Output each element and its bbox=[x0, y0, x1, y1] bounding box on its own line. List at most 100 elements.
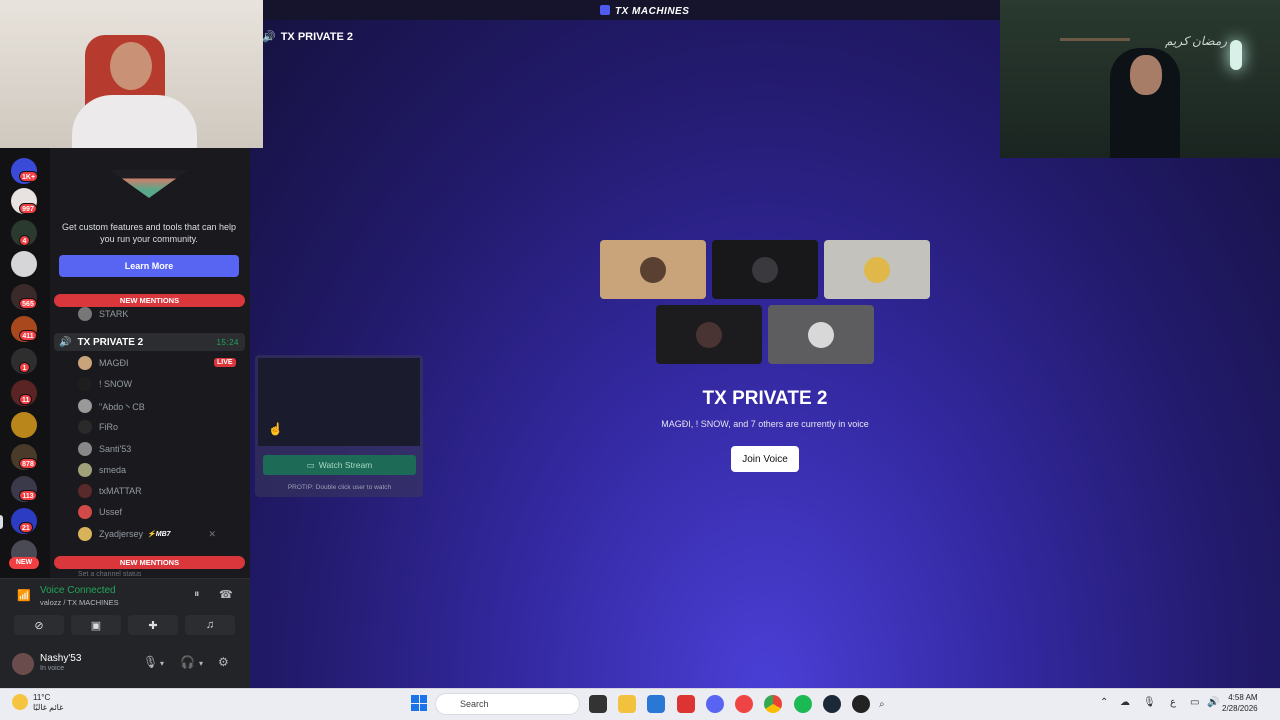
watch-stream-button[interactable]: ▭ Watch Stream bbox=[263, 455, 416, 475]
chevron-down-icon[interactable]: ▾ bbox=[160, 659, 164, 668]
voice-user[interactable]: ! SNOW bbox=[78, 375, 132, 393]
headphones-icon[interactable]: 🎧 bbox=[180, 655, 195, 669]
voice-user[interactable]: smeda bbox=[78, 461, 126, 479]
network-icon[interactable]: ☁ bbox=[1120, 697, 1130, 708]
voice-user[interactable]: Zyadjersey ⚡MB7 ✕ bbox=[78, 525, 216, 543]
unread-badge: 878 bbox=[19, 458, 37, 469]
participant-tile[interactable] bbox=[824, 240, 930, 299]
app-icon[interactable] bbox=[677, 695, 695, 713]
app-icon[interactable] bbox=[852, 695, 870, 713]
avatar bbox=[78, 527, 92, 541]
avatar bbox=[78, 307, 92, 321]
avatar bbox=[864, 256, 890, 283]
voice-stage-subtitle: MAGÐI, ! SNOW, and 7 others are currentl… bbox=[661, 419, 869, 429]
user-avatar[interactable] bbox=[12, 653, 34, 675]
voice-user[interactable]: STARK bbox=[78, 305, 128, 323]
user-tag: ⚡MB7 bbox=[147, 531, 171, 538]
avatar bbox=[78, 442, 92, 456]
language-indicator[interactable]: ع bbox=[1170, 697, 1176, 708]
live-badge: LIVE bbox=[214, 358, 236, 367]
learn-more-button[interactable]: Learn More bbox=[59, 255, 239, 277]
settings-gear-icon[interactable]: ⚙ bbox=[218, 655, 229, 669]
unread-badge: 113 bbox=[19, 490, 37, 501]
microphone-tray-icon[interactable]: 🎙 bbox=[1143, 697, 1156, 708]
noise-suppression-icon[interactable]: ⏸ bbox=[194, 588, 200, 601]
voice-user[interactable]: txMATTAR bbox=[78, 482, 142, 500]
unread-badge: 1K+ bbox=[19, 171, 39, 182]
voice-channel-timer: 15:24 bbox=[216, 337, 239, 347]
join-voice-button[interactable]: Join Voice bbox=[731, 446, 799, 472]
voice-user[interactable]: "Abdo丶CB bbox=[78, 397, 145, 415]
share-screen-button[interactable]: ▣ bbox=[71, 615, 121, 635]
unread-badge: 997 bbox=[19, 203, 37, 214]
camera-off-button[interactable]: ⊘ bbox=[14, 615, 64, 635]
voice-connected-location[interactable]: valozz / TX MACHINES bbox=[40, 598, 119, 607]
new-mentions-banner-bottom[interactable]: NEW MENTIONS bbox=[54, 556, 245, 569]
chrome-icon[interactable] bbox=[764, 695, 782, 713]
speaker-icon: 🔊 bbox=[262, 31, 276, 43]
avatar bbox=[752, 256, 778, 283]
set-channel-status[interactable]: Set a channel status bbox=[78, 571, 141, 578]
unread-badge: 4 bbox=[19, 235, 30, 246]
voice-user[interactable]: FiRo bbox=[78, 418, 118, 436]
promo-text: Get custom features and tools that can h… bbox=[61, 222, 237, 244]
avatar bbox=[78, 356, 92, 370]
user-name[interactable]: Nashy'53 bbox=[40, 653, 81, 664]
weather-icon[interactable] bbox=[12, 694, 28, 710]
microphone-icon[interactable]: 🎙 bbox=[143, 655, 158, 669]
soundboard-icon: ♫ bbox=[205, 619, 215, 631]
server-icon[interactable] bbox=[11, 412, 37, 438]
display-icon[interactable]: ▭ bbox=[1190, 697, 1199, 708]
discord-icon[interactable] bbox=[706, 695, 724, 713]
chevron-down-icon[interactable]: ▾ bbox=[199, 659, 203, 668]
screen-icon: ▭ bbox=[306, 459, 315, 470]
mouse-cursor-icon: ☝ bbox=[268, 422, 283, 436]
soundboard-button[interactable]: ♫ bbox=[185, 615, 235, 635]
unread-badge: 1 bbox=[19, 362, 30, 373]
avatar bbox=[640, 256, 666, 283]
clock[interactable]: 4:58 AM 2/28/2026 bbox=[1222, 692, 1258, 714]
voice-connected-status[interactable]: Voice Connected bbox=[40, 585, 116, 596]
voice-channel-item[interactable]: 🔊 TX PRIVATE 2 15:24 bbox=[54, 333, 245, 351]
task-view-icon[interactable] bbox=[589, 695, 607, 713]
participant-tile[interactable] bbox=[600, 240, 706, 299]
participant-tile[interactable] bbox=[656, 305, 762, 364]
share-screen-icon: ▣ bbox=[90, 619, 102, 632]
unread-badge: 21 bbox=[19, 522, 33, 533]
app-icon[interactable] bbox=[735, 695, 753, 713]
store-icon[interactable] bbox=[647, 695, 665, 713]
server-icon[interactable] bbox=[11, 251, 37, 277]
avatar bbox=[78, 420, 92, 434]
signal-icon: 📶 bbox=[17, 590, 31, 602]
taskbar bbox=[0, 688, 1280, 720]
voice-user[interactable]: MAGÐI bbox=[78, 354, 129, 372]
volume-icon[interactable]: 🔊 bbox=[1207, 697, 1219, 708]
voice-channel-name: TX PRIVATE 2 bbox=[77, 336, 144, 348]
participant-tile[interactable] bbox=[768, 305, 874, 364]
avatar bbox=[696, 321, 722, 348]
channel-header: 🔊 TX PRIVATE 2 bbox=[262, 30, 353, 43]
avatar bbox=[78, 377, 92, 391]
spotify-icon[interactable] bbox=[794, 695, 812, 713]
taskbar-search[interactable]: ⌕ Search bbox=[435, 693, 885, 715]
protip-text: PROTIP: Double click user to watch bbox=[287, 484, 392, 491]
activities-button[interactable]: ✚ bbox=[128, 615, 178, 635]
unread-badge: 411 bbox=[19, 330, 37, 341]
user-status: In voice bbox=[40, 665, 65, 672]
chevron-up-icon[interactable]: ⌃ bbox=[1100, 697, 1108, 708]
windows-start-icon[interactable] bbox=[411, 695, 427, 711]
disconnect-icon[interactable]: ☎ bbox=[219, 588, 233, 601]
voice-user[interactable]: Santi'53 bbox=[78, 440, 131, 458]
muted-icon: ✕ bbox=[208, 528, 217, 539]
file-explorer-icon[interactable] bbox=[618, 695, 636, 713]
participant-tile[interactable] bbox=[712, 240, 818, 299]
avatar bbox=[78, 399, 92, 413]
weather-widget[interactable]: 11°C غائم غالبًا bbox=[33, 693, 63, 713]
activities-icon: ✚ bbox=[148, 619, 158, 632]
steam-icon[interactable] bbox=[823, 695, 841, 713]
voice-stage-title: TX PRIVATE 2 bbox=[702, 388, 828, 409]
new-unreads-pill[interactable]: NEW bbox=[9, 557, 39, 569]
webcam-overlay-text: رمضان كريم bbox=[1165, 34, 1228, 48]
voice-user[interactable]: Ussef bbox=[78, 503, 122, 521]
webcam-right: رمضان كريم bbox=[1000, 0, 1280, 158]
